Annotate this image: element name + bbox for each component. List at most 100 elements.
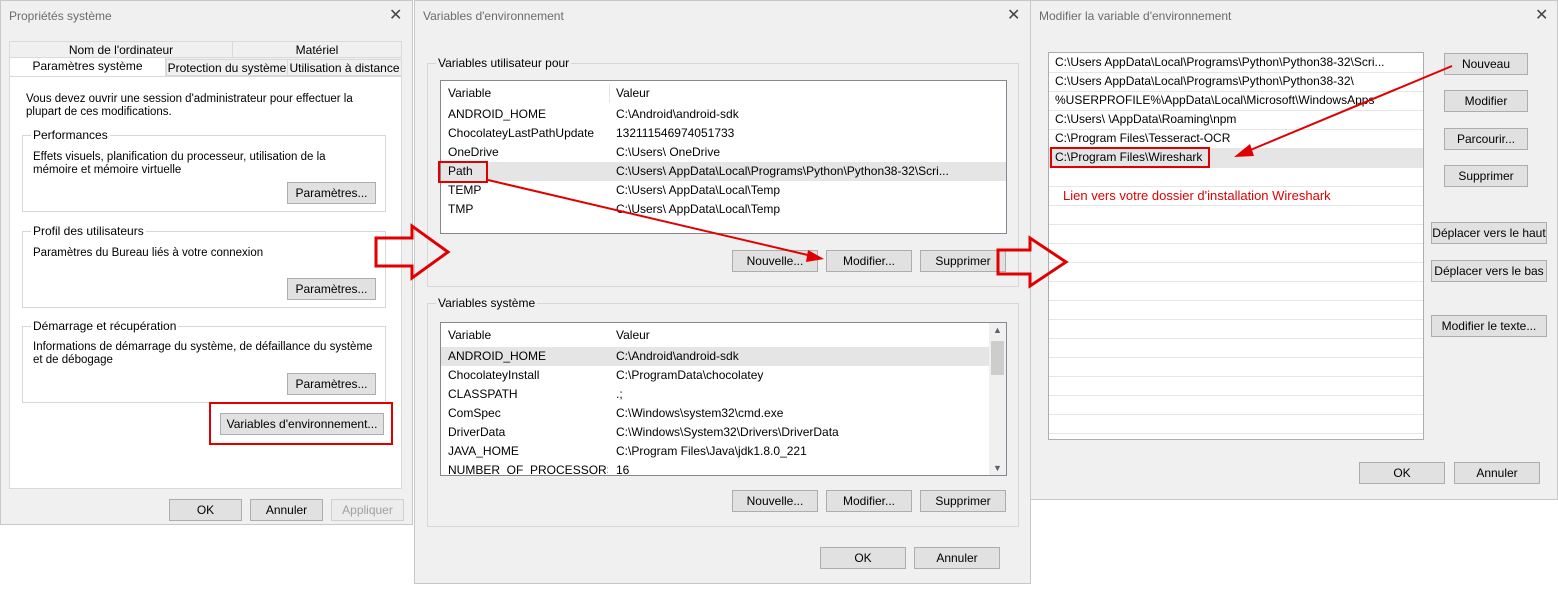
variable-value: C:\Users\ AppData\Local\Temp [616,202,781,216]
list-item[interactable] [1049,167,1423,187]
user-new-button[interactable]: Nouvelle... [732,250,818,272]
group-label: Variables système [436,296,538,310]
table-row[interactable]: NUMBER_OF_PROCESSORS 16 [441,461,1006,476]
admin-notice: Vous devez ouvrir une session d'administ… [26,93,353,118]
tab-hardware[interactable]: Matériel [232,41,402,58]
variable-name: JAVA_HOME [448,444,519,458]
user-edit-button[interactable]: Modifier... [826,250,912,272]
column-header-value[interactable]: Valeur [616,326,650,345]
list-item[interactable] [1049,414,1423,434]
highlight-wireshark-entry [1050,147,1210,168]
annotation-text: Lien vers votre dossier d'installation W… [1063,188,1331,203]
table-row[interactable]: ANDROID_HOME C:\Android\android-sdk [441,347,1006,366]
table-row[interactable]: ComSpec C:\Windows\system32\cmd.exe [441,404,1006,423]
list-item[interactable]: C:\Program Files\Tesseract-OCR [1049,129,1423,149]
variable-value: 132111546974051733 [616,126,735,140]
vertical-scrollbar[interactable]: ▲ ▼ [989,323,1006,475]
list-item[interactable] [1049,376,1423,396]
tab-computer-name[interactable]: Nom de l'ordinateur [9,41,233,58]
path-entries-list[interactable]: C:\Users AppData\Local\Programs\Python\P… [1048,52,1424,440]
variable-name: TEMP [448,183,482,197]
close-icon[interactable]: ✕ [1007,5,1020,25]
dialog-title: Propriétés système [9,9,112,23]
list-item[interactable] [1049,262,1423,282]
list-item[interactable] [1049,281,1423,301]
tab-protection[interactable]: Protection du système [166,59,288,76]
system-edit-button[interactable]: Modifier... [826,490,912,512]
list-header: Variable Valeur [441,326,1006,345]
new-entry-button[interactable]: Nouveau [1444,53,1528,75]
table-row[interactable]: TMP C:\Users\ AppData\Local\Temp [441,200,1006,219]
edit-text-button[interactable]: Modifier le texte... [1431,315,1547,337]
list-item[interactable] [1049,357,1423,377]
table-row[interactable]: Path C:\Users\ AppData\Local\Programs\Pyt… [441,162,1006,181]
ok-button[interactable]: OK [169,499,242,521]
list-item[interactable] [1049,338,1423,358]
delete-entry-button[interactable]: Supprimer [1444,165,1528,187]
variable-name: OneDrive [448,145,499,159]
variable-name: TMP [448,202,474,216]
cancel-button[interactable]: Annuler [1454,462,1540,484]
group-description: Paramètres du Bureau liés à votre connex… [33,247,264,259]
list-item[interactable] [1049,319,1423,339]
performance-settings-button[interactable]: Paramètres... [287,182,376,204]
variable-value: 16 [616,463,630,476]
list-item[interactable] [1049,300,1423,320]
move-down-button[interactable]: Déplacer vers le bas [1431,260,1547,282]
close-icon[interactable]: ✕ [389,5,402,25]
scroll-thumb[interactable] [991,341,1004,375]
tab-remote[interactable]: Utilisation à distance [287,59,402,76]
close-icon[interactable]: ✕ [1535,5,1548,25]
variable-value: C:\Android\android-sdk [616,107,739,121]
variable-value: C:\Android\android-sdk [616,349,739,363]
table-row[interactable]: JAVA_HOME C:\Program Files\Java\jdk1.8.0_… [441,442,1006,461]
variable-value: C:\Windows\System32\Drivers\DriverData [616,425,839,439]
column-header-value[interactable]: Valeur [609,84,650,103]
table-row[interactable]: ANDROID_HOME C:\Android\android-sdk [441,105,1006,124]
user-variables-group: Variables utilisateur pour Variable Vale… [427,56,1019,287]
column-header-variable[interactable]: Variable [448,326,491,345]
ok-button[interactable]: OK [820,547,906,569]
system-variables-group: Variables système Variable Valeur ANDROI… [427,296,1019,527]
list-item[interactable]: %USERPROFILE%\AppData\Local\Microsoft\Wi… [1049,91,1423,111]
apply-button: Appliquer [331,499,404,521]
variable-value: .; [616,387,623,401]
list-item[interactable]: C:\Users AppData\Local\Programs\Python\P… [1049,53,1423,73]
system-delete-button[interactable]: Supprimer [920,490,1006,512]
ok-button[interactable]: OK [1359,462,1445,484]
list-item[interactable]: C:\Users\ \AppData\Roaming\npm [1049,110,1423,130]
table-row[interactable]: TEMP C:\Users\ AppData\Local\Temp [441,181,1006,200]
startup-settings-button[interactable]: Paramètres... [287,373,376,395]
group-description: Effets visuels, planification du process… [33,151,326,176]
cancel-button[interactable]: Annuler [914,547,1000,569]
edit-variable-dialog: Modifier la variable d'environnement ✕ C… [1030,0,1558,500]
cancel-button[interactable]: Annuler [250,499,323,521]
scroll-up-icon[interactable]: ▲ [993,325,1002,335]
move-up-button[interactable]: Déplacer vers le haut [1431,222,1547,244]
variable-value: C:\ProgramData\chocolatey [616,368,764,382]
list-item[interactable]: C:\Users AppData\Local\Programs\Python\P… [1049,72,1423,92]
column-header-variable[interactable]: Variable [448,84,491,103]
table-row[interactable]: OneDrive C:\Users\ OneDrive [441,143,1006,162]
list-item[interactable] [1049,243,1423,263]
user-delete-button[interactable]: Supprimer [920,250,1006,272]
variable-value: C:\Program Files\Java\jdk1.8.0_221 [616,444,807,458]
variable-name: ANDROID_HOME [448,107,547,121]
profile-settings-button[interactable]: Paramètres... [287,278,376,300]
browse-button[interactable]: Parcourir... [1444,128,1528,150]
table-row[interactable]: CLASSPATH.; [441,385,1006,404]
group-label: Démarrage et récupération [31,319,179,333]
list-item[interactable] [1049,205,1423,225]
table-row[interactable]: ChocolateyInstall C:\ProgramData\chocolat… [441,366,1006,385]
table-row[interactable]: DriverData C:\Windows\System32\Drivers\Dr… [441,423,1006,442]
user-variables-list[interactable]: Variable Valeur ANDROID_HOME C:\Android\a… [440,80,1007,234]
tab-advanced[interactable]: Paramètres système avancés [9,57,166,90]
system-variables-list[interactable]: Variable Valeur ANDROID_HOME C:\Android\a… [440,322,1007,476]
table-row[interactable]: ChocolateyLastPathUpdate 1321115469740517… [441,124,1006,143]
modify-entry-button[interactable]: Modifier [1444,90,1528,112]
system-new-button[interactable]: Nouvelle... [732,490,818,512]
list-item[interactable] [1049,224,1423,244]
list-item[interactable] [1049,395,1423,415]
dialog-title: Variables d'environnement [423,9,564,23]
scroll-down-icon[interactable]: ▼ [993,463,1002,473]
